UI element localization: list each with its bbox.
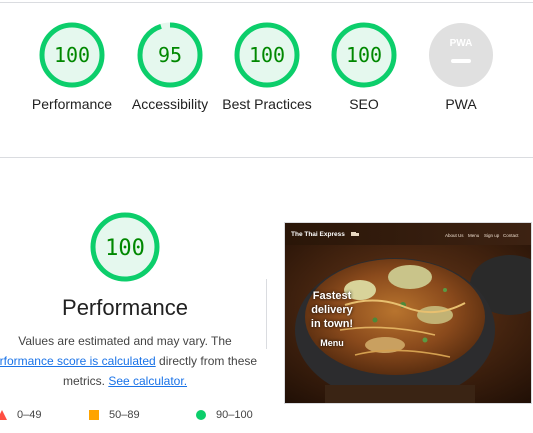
- screenshot-nav-link: Menu: [468, 233, 480, 238]
- gauge-best-practices[interactable]: 100 Best Practices: [217, 20, 317, 114]
- gauge-ring: 100: [90, 212, 160, 282]
- gauge-score: 100: [249, 43, 285, 67]
- gauge-performance[interactable]: 100 Performance: [22, 20, 122, 114]
- gauge-label: SEO: [349, 96, 379, 112]
- gauge-ring: 100: [39, 22, 105, 88]
- gauge-score: 100: [54, 43, 90, 67]
- legend-range: 0–49: [17, 409, 42, 421]
- gauge-pwa[interactable]: PWA PWA: [411, 20, 511, 114]
- screenshot-menu-label: Menu: [320, 338, 344, 348]
- final-screenshot[interactable]: The Thai Express About Us Menu Sign up C…: [284, 222, 532, 404]
- screenshot-nav-link: About Us: [445, 233, 464, 238]
- gauge-score: 95: [158, 43, 182, 67]
- circle-icon: [196, 410, 206, 421]
- desc-after-link: directly from these: [155, 354, 258, 368]
- performance-score: 100: [105, 236, 145, 261]
- headline-line: in town!: [310, 318, 354, 330]
- section-divider: [0, 157, 533, 158]
- gauge-ring: 100: [331, 22, 397, 88]
- legend-range: 90–100: [216, 409, 253, 421]
- headline-line: Fastest: [312, 290, 352, 302]
- screenshot-navbar: The Thai Express About Us Menu Sign up C…: [285, 223, 531, 245]
- gauge-label: Performance: [31, 96, 113, 112]
- truck-icon: [351, 232, 359, 236]
- top-divider: [0, 2, 533, 3]
- performance-title: Performance: [62, 295, 188, 320]
- performance-gauge-large: 100: [88, 210, 162, 284]
- performance-description: Values are estimated and may vary. The e…: [0, 331, 260, 391]
- desc-metrics: metrics.: [62, 374, 109, 388]
- gauge-score: 100: [346, 43, 382, 67]
- pwa-badge-text: PWA: [450, 38, 473, 49]
- screenshot-nav-link: Sign up: [484, 233, 500, 238]
- headline-line: delivery: [311, 304, 353, 316]
- legend-pass: 90–100: [196, 406, 253, 424]
- legend-range: 50–89: [109, 409, 140, 421]
- desc-line-1: Values are estimated and may vary. The: [18, 334, 232, 348]
- gauge-seo[interactable]: 100 SEO: [314, 20, 414, 114]
- screenshot-nav-link: Contact: [503, 233, 519, 238]
- triangle-icon: [0, 410, 7, 421]
- see-calculator-link[interactable]: See calculator.: [108, 374, 187, 388]
- gauge-ring: 95: [137, 22, 203, 88]
- square-icon: [89, 410, 99, 421]
- vertical-divider: [266, 279, 267, 349]
- legend-average: 50–89: [89, 406, 140, 424]
- gauge-ring: 100: [234, 22, 300, 88]
- screenshot-headline: Fastest delivery in town!: [299, 289, 365, 331]
- score-calculated-link[interactable]: erformance score is calculated: [0, 354, 156, 368]
- gauge-accessibility[interactable]: 95 Accessibility: [120, 20, 220, 114]
- gauge-label: Best Practices: [222, 96, 312, 112]
- screenshot-brand: The Thai Express: [291, 231, 345, 238]
- legend-fail: 0–49: [0, 406, 41, 424]
- gauge-label: PWA: [445, 96, 477, 112]
- pwa-badge-icon: PWA: [429, 23, 493, 87]
- pwa-dash-icon: [451, 59, 471, 63]
- gauge-label: Accessibility: [131, 96, 209, 112]
